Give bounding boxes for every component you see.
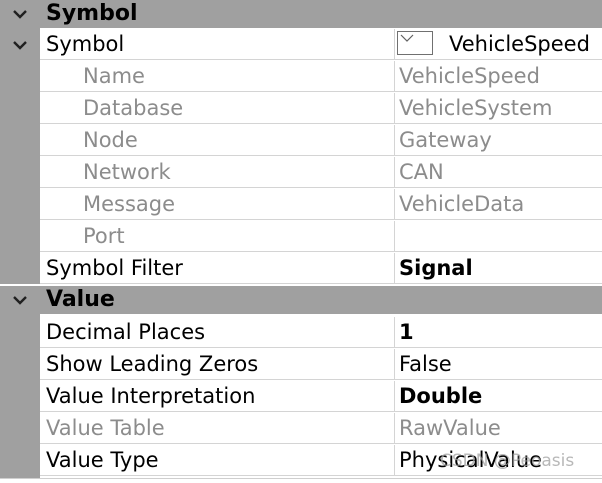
symbol-combo[interactable]: VehicleSpeed [394,29,602,59]
property-value: VehicleSpeed [449,32,590,56]
property-row-name[interactable]: Name VehicleSpeed [40,61,602,92]
property-row-show-leading-zeros[interactable]: Show Leading Zeros False [40,349,602,380]
property-value[interactable]: PhysicalValue [394,445,602,475]
property-value: VehicleSpeed [394,61,602,91]
property-name: Value Table [46,416,165,440]
property-row-message[interactable]: Message VehicleData [40,189,602,220]
grid-bottom-border [0,478,602,479]
section-header-value[interactable]: Value [0,286,602,314]
row-gutter [0,314,40,478]
property-name: Symbol Filter [46,256,183,280]
property-row-network[interactable]: Network CAN [40,157,602,188]
property-name: Port [83,224,125,248]
chevron-down-icon[interactable] [0,294,40,306]
property-row-value-interpretation[interactable]: Value Interpretation Double [40,381,602,412]
property-row-decimal-places[interactable]: Decimal Places 1 [40,317,602,348]
chevron-down-icon[interactable] [0,30,40,60]
section-header-symbol[interactable]: Symbol [0,0,602,28]
property-value: RawValue [394,413,602,443]
property-name: Node [83,128,138,152]
property-value[interactable]: Signal [394,253,602,283]
property-row-symbol-filter[interactable]: Symbol Filter Signal [40,253,602,284]
property-row-node[interactable]: Node Gateway [40,125,602,156]
property-grid: Symbol Symbol VehicleSpeed Name VehicleS… [0,0,602,483]
property-name: Value Interpretation [46,384,256,408]
property-value[interactable]: Double [394,381,602,411]
property-name: Name [83,64,145,88]
section-title: Symbol [46,1,138,26]
property-row-port[interactable]: Port [40,221,602,252]
property-row-database[interactable]: Database VehicleSystem [40,93,602,124]
property-name: Message [83,192,176,216]
property-name: Network [83,160,171,184]
row-gutter [0,28,40,284]
property-name: Decimal Places [46,320,206,344]
property-row-value-type[interactable]: Value Type PhysicalValue [40,445,602,476]
property-row-symbol[interactable]: Symbol VehicleSpeed [40,29,602,60]
property-value[interactable]: 1 [394,317,602,347]
property-name: Value Type [46,448,159,472]
property-value[interactable]: False [394,349,602,379]
property-value: VehicleData [394,189,602,219]
property-name: Show Leading Zeros [46,352,259,376]
property-name: Symbol [46,32,125,56]
section-title: Value [46,287,115,312]
property-value: VehicleSystem [394,93,602,123]
chevron-down-icon[interactable] [0,8,40,20]
dropdown-chevron-icon[interactable] [397,31,433,55]
property-name: Database [83,96,184,120]
property-row-value-table[interactable]: Value Table RawValue [40,413,602,444]
property-value: Gateway [394,125,602,155]
property-value: CAN [394,157,602,187]
property-value [394,221,602,251]
